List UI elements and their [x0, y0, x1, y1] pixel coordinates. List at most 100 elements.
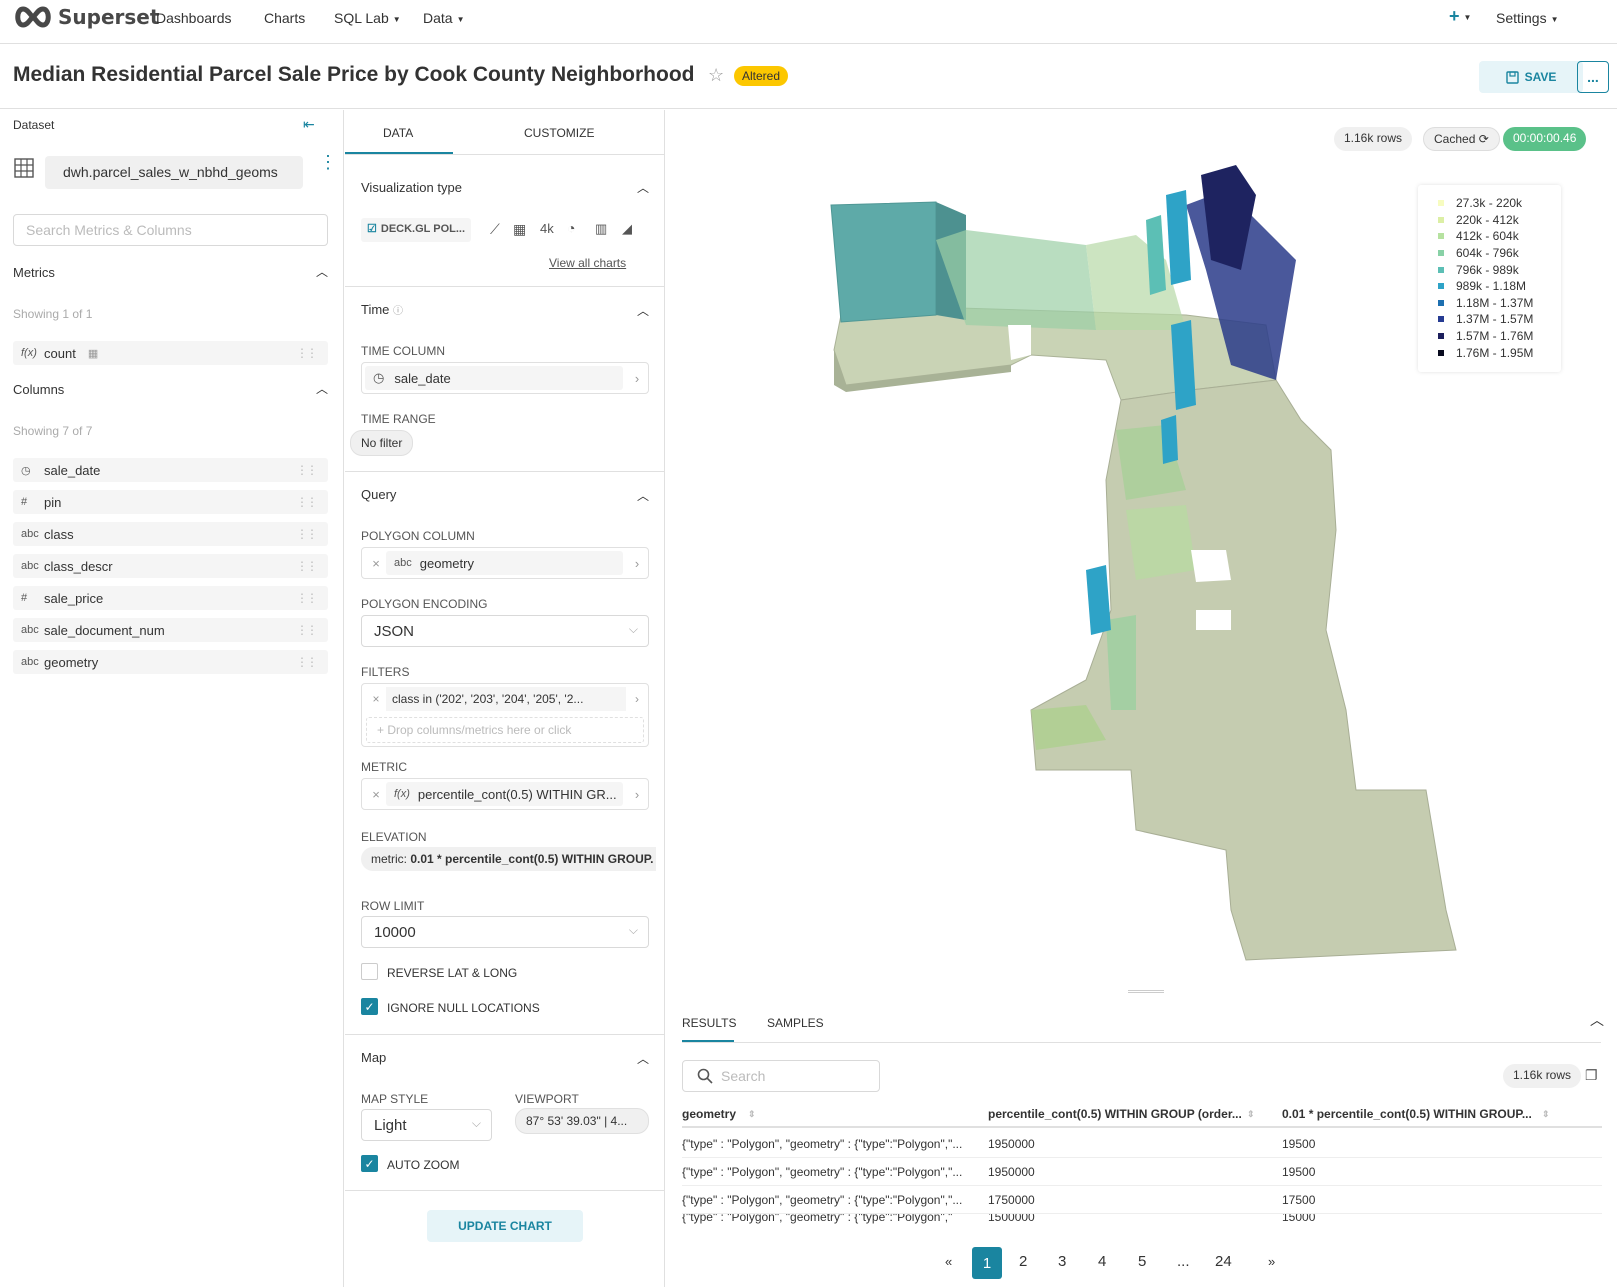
row-limit-select[interactable]: 10000 ⌵ [361, 916, 649, 948]
polygon-encoding-select[interactable]: JSON ⌵ [361, 615, 649, 647]
nav-data[interactable]: Data ▼ [423, 10, 465, 26]
drag-handle-icon[interactable]: ⋮⋮ [296, 655, 318, 669]
tab-customize[interactable]: CUSTOMIZE [524, 126, 594, 140]
column-header[interactable]: percentile_cont(0.5) WITHIN GROUP (order… [988, 1107, 1242, 1121]
chevron-up-icon[interactable]: ︿ [637, 179, 649, 196]
sort-icon[interactable]: ⇕ [748, 1109, 756, 1120]
filter-value[interactable]: class in ('202', '203', '204', '205', '2… [386, 687, 626, 711]
page-5[interactable]: 5 [1138, 1253, 1146, 1270]
time-column-value[interactable]: ◷ sale_date [365, 366, 623, 390]
drag-handle-icon[interactable]: ⋮⋮ [296, 527, 318, 541]
chevron-right-icon[interactable]: › [626, 556, 648, 571]
drag-handle-icon[interactable]: ⋮⋮ [296, 559, 318, 573]
metric-value[interactable]: f(x) percentile_cont(0.5) WITHIN GR... [386, 782, 623, 806]
column-item[interactable]: abc geometry ⋮⋮ [13, 650, 328, 674]
column-item[interactable]: abc class ⋮⋮ [13, 522, 328, 546]
drag-handle-icon[interactable]: ⋮⋮ [296, 463, 318, 477]
info-icon[interactable]: ⓘ [393, 306, 403, 317]
chart-title[interactable]: Median Residential Parcel Sale Price by … [13, 63, 694, 87]
page-24[interactable]: 24 [1215, 1253, 1232, 1270]
big-number-icon[interactable]: 4k [540, 221, 554, 236]
save-button[interactable]: SAVE [1479, 61, 1583, 93]
tab-samples[interactable]: SAMPLES [767, 1016, 824, 1030]
drag-handle-icon[interactable]: ⋮⋮ [296, 346, 318, 360]
chevron-right-icon[interactable]: › [626, 692, 648, 706]
results-search-input[interactable]: Search [682, 1060, 880, 1092]
chevron-right-icon[interactable]: › [626, 371, 648, 386]
auto-zoom-checkbox[interactable]: ✓ [361, 1155, 378, 1172]
column-item[interactable]: # sale_price ⋮⋮ [13, 586, 328, 610]
collapse-panel-icon[interactable]: ⇤ [303, 116, 315, 133]
update-chart-button[interactable]: UPDATE CHART [427, 1210, 583, 1242]
nav-dashboards[interactable]: Dashboards [156, 10, 232, 26]
elevation-pill[interactable]: metric: 0.01 * percentile_cont(0.5) WITH… [361, 847, 656, 871]
page-next[interactable]: » [1268, 1254, 1275, 1269]
bar-chart-icon[interactable]: ▥ [595, 221, 607, 237]
reverse-lat-long-checkbox[interactable] [361, 963, 378, 980]
chevron-right-icon[interactable]: › [626, 787, 648, 802]
chevron-down-icon: ⌵ [628, 923, 638, 937]
viewport-pill[interactable]: 87° 53' 39.03" | 4... [515, 1108, 649, 1134]
remove-icon[interactable]: × [366, 556, 386, 571]
column-header[interactable]: 0.01 * percentile_cont(0.5) WITHIN GROUP… [1282, 1107, 1532, 1121]
page-2[interactable]: 2 [1019, 1253, 1027, 1270]
sort-icon[interactable]: ⇕ [1247, 1109, 1255, 1120]
view-all-charts-link[interactable]: View all charts [549, 256, 626, 270]
page-3[interactable]: 3 [1058, 1253, 1066, 1270]
metric-item[interactable]: f(x) count ▦ ⋮⋮ [13, 341, 328, 365]
page-4[interactable]: 4 [1098, 1253, 1106, 1270]
search-metrics-columns-input[interactable]: Search Metrics & Columns [13, 214, 328, 246]
new-menu[interactable]: + ▼ [1449, 6, 1471, 27]
page-prev[interactable]: « [945, 1254, 952, 1269]
drag-handle-icon[interactable]: ⋮⋮ [296, 623, 318, 637]
column-item[interactable]: # pin ⋮⋮ [13, 490, 328, 514]
copy-icon[interactable]: ❐ [1585, 1067, 1598, 1084]
time-range-pill[interactable]: No filter [350, 430, 414, 456]
collapse-results-icon[interactable]: ︿ [1590, 1010, 1604, 1030]
favorite-star-icon[interactable]: ☆ [708, 65, 724, 86]
altered-badge[interactable]: Altered [734, 66, 789, 86]
table-chart-icon[interactable]: ▦ [513, 221, 526, 238]
more-actions-button[interactable]: ... [1577, 61, 1609, 93]
dataset-name[interactable]: dwh.parcel_sales_w_nbhd_geoms [45, 156, 303, 189]
polygon-column-value[interactable]: abc geometry [386, 551, 623, 575]
column-item[interactable]: ◷ sale_date ⋮⋮ [13, 458, 328, 482]
sort-icon[interactable]: ⇕ [1542, 1109, 1550, 1120]
tab-results[interactable]: RESULTS [682, 1016, 736, 1030]
dataset-menu-icon[interactable]: ⋮ [319, 153, 337, 171]
metrics-section-title: Metrics [13, 265, 55, 280]
nav-sql-lab[interactable]: SQL Lab ▼ [334, 10, 401, 26]
pie-chart-icon[interactable]: ◔ [567, 220, 575, 236]
column-item[interactable]: abc sale_document_num ⋮⋮ [13, 618, 328, 642]
metric-field[interactable]: × f(x) percentile_cont(0.5) WITHIN GR... › [361, 778, 649, 810]
page-1[interactable]: 1 [972, 1247, 1002, 1279]
remove-icon[interactable]: × [366, 787, 386, 802]
viz-type-selected[interactable]: ☑ DECK.GL POL... [361, 218, 472, 242]
page-ellipsis[interactable]: ... [1177, 1253, 1190, 1270]
chevron-up-icon[interactable]: ︿ [637, 1050, 649, 1067]
superset-logo[interactable]: Superset [12, 5, 159, 29]
time-column-field[interactable]: ◷ sale_date › [361, 362, 649, 394]
remove-icon[interactable]: × [366, 692, 386, 706]
chevron-up-icon[interactable]: ︿ [316, 380, 328, 397]
chevron-up-icon[interactable]: ︿ [316, 263, 328, 280]
ignore-null-label: IGNORE NULL LOCATIONS [387, 1001, 540, 1015]
settings-menu[interactable]: Settings ▼ [1496, 10, 1559, 26]
column-item[interactable]: abc class_descr ⋮⋮ [13, 554, 328, 578]
resize-handle[interactable] [1128, 990, 1164, 993]
column-header[interactable]: geometry [682, 1107, 736, 1121]
map-style-select[interactable]: Light ⌵ [361, 1109, 492, 1141]
nav-charts[interactable]: Charts [264, 10, 305, 26]
drag-handle-icon[interactable]: ⋮⋮ [296, 495, 318, 509]
area-chart-icon[interactable]: ◢ [622, 221, 632, 237]
cached-badge[interactable]: Cached ⟳ [1423, 127, 1500, 151]
drag-handle-icon[interactable]: ⋮⋮ [296, 591, 318, 605]
chevron-up-icon[interactable]: ︿ [637, 302, 649, 319]
filter-item[interactable]: × class in ('202', '203', '204', '205', '… [362, 684, 648, 714]
chevron-up-icon[interactable]: ︿ [637, 487, 649, 504]
tab-data[interactable]: DATA [383, 126, 413, 140]
ignore-null-checkbox[interactable]: ✓ [361, 998, 378, 1015]
polygon-column-field[interactable]: × abc geometry › [361, 547, 649, 579]
filter-drop-zone[interactable]: + Drop columns/metrics here or click [366, 717, 644, 743]
line-chart-icon[interactable]: ⟋ [490, 221, 500, 238]
